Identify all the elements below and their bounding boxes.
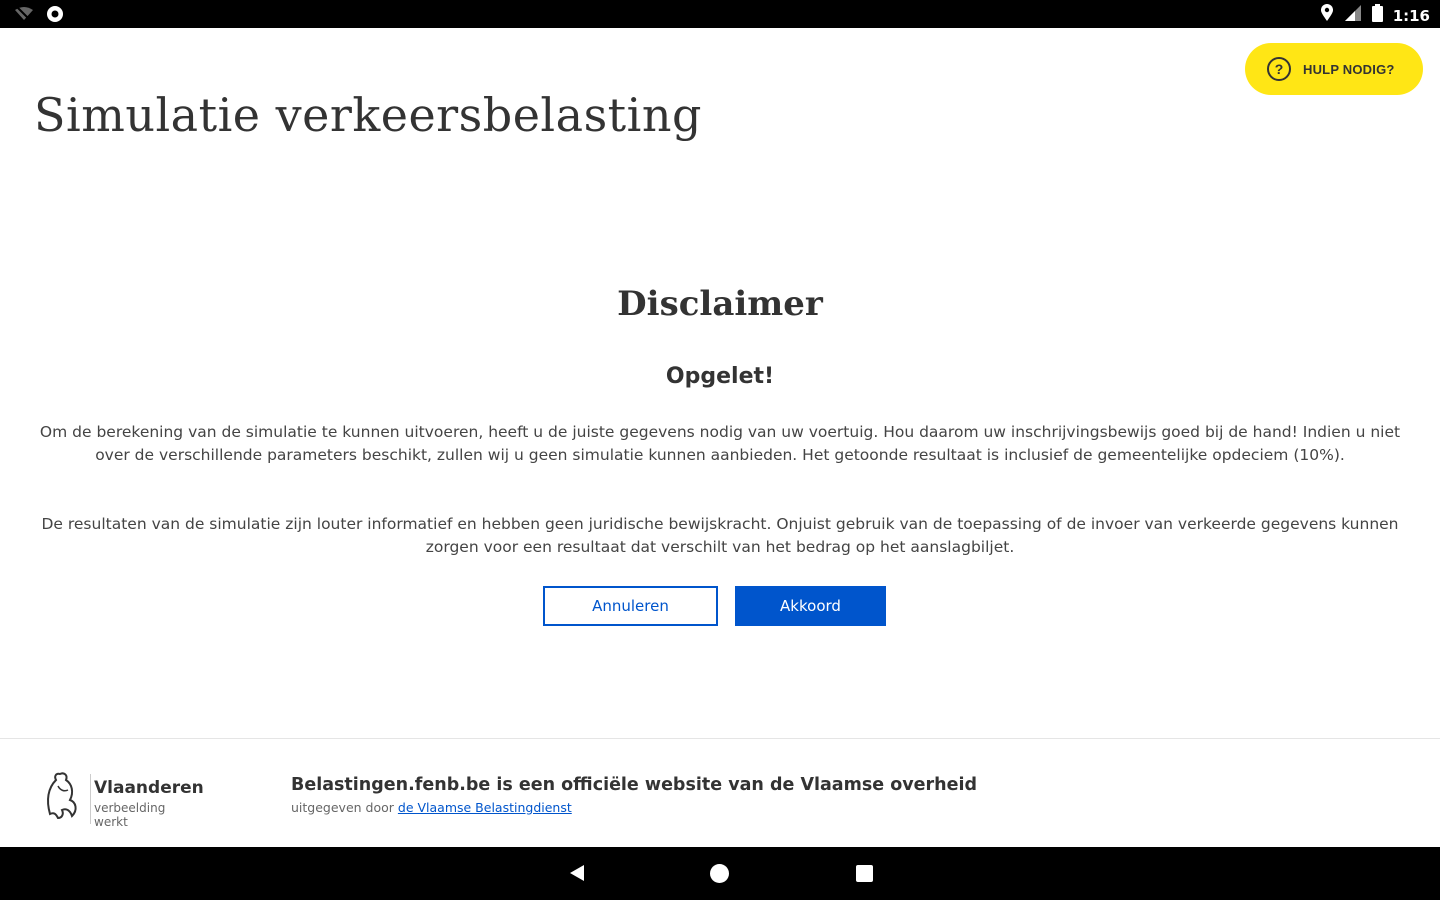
page-title: Simulatie verkeersbelasting — [34, 88, 702, 142]
cancel-button[interactable]: Annuleren — [543, 586, 718, 626]
logo-brand: Vlaanderen — [94, 778, 204, 798]
recents-icon[interactable] — [856, 865, 873, 882]
publisher-link[interactable]: de Vlaamse Belastingdienst — [398, 800, 572, 815]
question-circle-icon: ? — [1267, 57, 1291, 81]
warning-heading: Opgelet! — [665, 364, 775, 389]
publisher-byline: uitgegeven door de Vlaamse Belastingdien… — [291, 800, 572, 815]
help-button-label: HULP NODIG? — [1303, 61, 1395, 77]
home-icon[interactable] — [710, 864, 729, 883]
logo-tagline: verbeelding werkt — [94, 801, 166, 829]
back-icon[interactable] — [568, 864, 586, 887]
help-button[interactable]: ? HULP NODIG? — [1245, 43, 1423, 95]
status-time: 1:16 — [1392, 6, 1430, 25]
location-icon — [1320, 4, 1334, 27]
wifi-off-icon — [14, 6, 34, 27]
disclaimer-title: Disclaimer — [617, 284, 823, 324]
accept-button[interactable]: Akkoord — [735, 586, 886, 626]
battery-icon — [1371, 4, 1383, 27]
logo-separator — [90, 774, 91, 824]
signal-icon — [1344, 4, 1362, 27]
official-website-text: Belastingen.fenb.be is een officiële web… — [291, 775, 978, 795]
status-bar: 1:16 — [0, 0, 1440, 28]
settings-circle-icon — [46, 5, 64, 28]
byline-prefix: uitgegeven door — [291, 800, 394, 815]
disclaimer-paragraph-1: Om de berekening van de simulatie te kun… — [39, 423, 1401, 464]
vlaanderen-logo[interactable]: Vlaanderen verbeelding werkt — [42, 770, 204, 829]
lion-icon — [42, 770, 82, 825]
disclaimer-paragraph-2: De resultaten van de simulatie zijn lout… — [41, 515, 1399, 556]
